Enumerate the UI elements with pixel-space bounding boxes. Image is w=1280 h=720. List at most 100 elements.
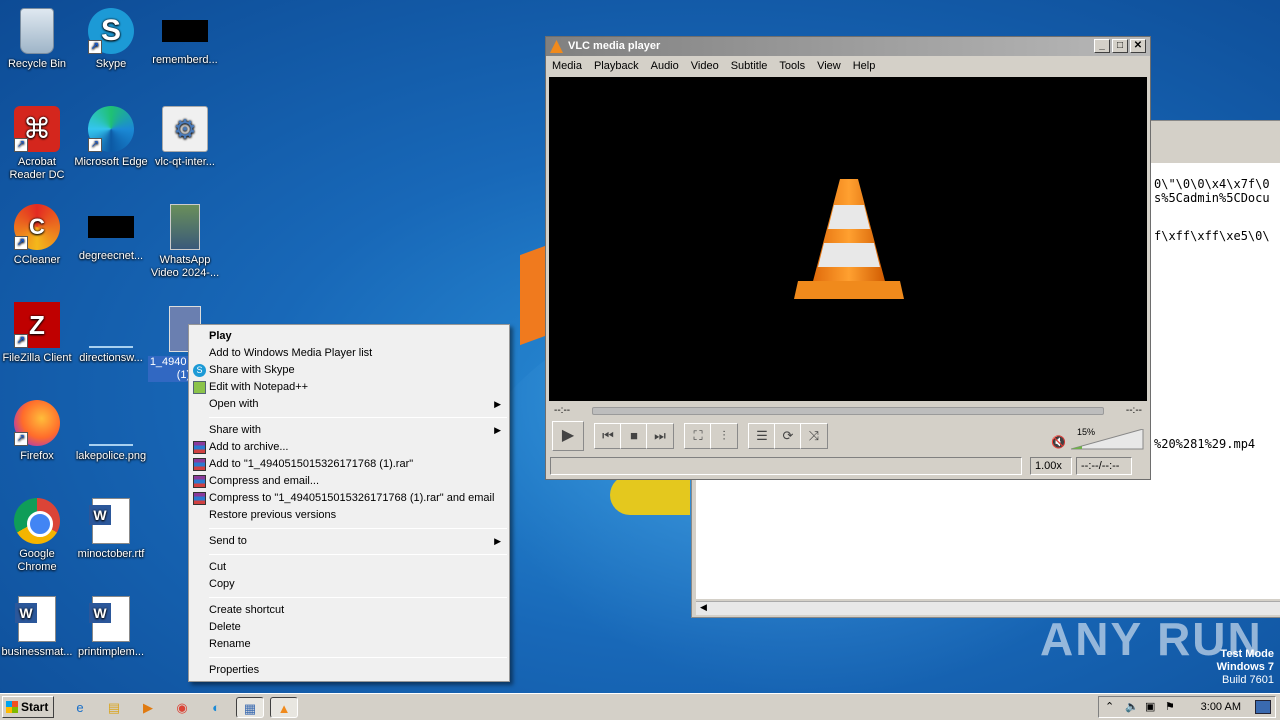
vlc-cone-icon: [794, 179, 904, 299]
time-remaining: --:--: [1125, 405, 1142, 416]
menu-item-compress-to-rar-email[interactable]: Compress to "1_4940515015326171768 (1).r…: [189, 490, 509, 507]
desktop-icon-degreecnet[interactable]: degreecnet...: [74, 204, 148, 263]
menu-item-add-to-archive[interactable]: Add to archive...: [189, 439, 509, 456]
extended-settings-button[interactable]: ⫶: [710, 423, 738, 449]
desktop-icon-label: Google Chrome: [17, 548, 57, 573]
network-tray-icon[interactable]: ▣: [1145, 697, 1155, 717]
taskbar-edge-icon[interactable]: ◐: [204, 697, 228, 718]
desktop-icon-printimplem[interactable]: W printimplem...: [74, 596, 148, 659]
mute-icon[interactable]: 🔇: [1051, 435, 1066, 449]
menu-playback[interactable]: Playback: [588, 60, 645, 72]
time-elapsed: --:--: [554, 405, 571, 416]
menu-item-add-to-wmp-list[interactable]: Add to Windows Media Player list: [189, 345, 509, 362]
desktop-icon-chrome[interactable]: Google Chrome: [0, 498, 74, 574]
seek-row: --:-- --:--: [554, 405, 1142, 417]
menu-item-rename[interactable]: Rename: [189, 636, 509, 653]
os-info: Test Mode Windows 7 Build 7601: [1217, 648, 1274, 687]
menu-view[interactable]: View: [811, 60, 847, 72]
next-button[interactable]: ⏭: [646, 423, 674, 449]
menu-item-properties[interactable]: Properties: [189, 662, 509, 679]
menu-item-label: Share with Skype: [209, 364, 295, 376]
volume-tray-icon[interactable]: 🔈: [1125, 697, 1139, 717]
volume-slider[interactable]: [1071, 429, 1145, 451]
seek-slider[interactable]: [592, 407, 1104, 415]
desktop-icon-edge[interactable]: ↗ Microsoft Edge: [74, 106, 148, 169]
desktop-icon-rememberd[interactable]: rememberd...: [148, 8, 222, 67]
word-document-icon: W: [89, 596, 130, 642]
desktop-icon-directionsw[interactable]: directionsw...: [74, 302, 148, 365]
menu-item-cut[interactable]: Cut: [189, 559, 509, 576]
filezilla-icon: Z ↗: [14, 302, 60, 348]
menu-media[interactable]: Media: [546, 60, 588, 72]
menu-item-restore-versions[interactable]: Restore previous versions: [189, 507, 509, 524]
vlc-menubar: Media Playback Audio Video Subtitle Tools View…: [546, 56, 1150, 76]
menu-item-create-shortcut[interactable]: Create shortcut: [189, 602, 509, 619]
taskbar-vlc-icon[interactable]: ▲: [270, 697, 298, 718]
shortcut-arrow-icon: ↗: [14, 334, 28, 348]
volume-control[interactable]: 🔇 15%: [1051, 423, 1147, 453]
taskbar-chrome-icon[interactable]: ◉: [170, 697, 194, 718]
menu-item-share-with[interactable]: Share with ▶: [189, 422, 509, 439]
start-button[interactable]: Start: [2, 696, 54, 718]
desktop-icon-skype[interactable]: S ↗ Skype: [74, 8, 148, 71]
menu-tools[interactable]: Tools: [773, 60, 811, 72]
menu-help[interactable]: Help: [847, 60, 882, 72]
fullscreen-button[interactable]: ⛶: [684, 423, 712, 449]
desktop-icon-vlc-qt[interactable]: ⚙ vlc-qt-inter...: [148, 106, 222, 169]
stop-button[interactable]: ■: [620, 423, 648, 449]
desktop-icon-whatsapp-video[interactable]: WhatsApp Video 2024-...: [148, 204, 222, 280]
time-display[interactable]: --:--/--:--: [1076, 457, 1132, 475]
skype-icon: S ↗: [88, 8, 134, 54]
tray-expand-icon[interactable]: ⌃: [1105, 697, 1114, 717]
menu-separator: [209, 554, 507, 555]
menu-item-label: Cut: [209, 561, 227, 573]
menu-video[interactable]: Video: [685, 60, 725, 72]
menu-item-delete[interactable]: Delete: [189, 619, 509, 636]
close-button[interactable]: ✕: [1130, 39, 1146, 53]
taskbar-media-player-icon[interactable]: ▶: [136, 697, 160, 718]
maximize-button[interactable]: □: [1112, 39, 1128, 53]
desktop-icon-lakepolice[interactable]: lakepolice.png: [74, 400, 148, 463]
desktop-icon-acrobat[interactable]: ⌘ ↗ Acrobat Reader DC: [0, 106, 74, 182]
scroll-left-icon[interactable]: ◀: [700, 602, 707, 613]
window-title: VLC media player: [568, 40, 661, 52]
desktop-icon-filezilla[interactable]: Z ↗ FileZilla Client: [0, 302, 74, 365]
taskbar-notepad-icon[interactable]: ▦: [236, 697, 264, 718]
desktop-icon-minoctober[interactable]: W minoctober.rtf: [74, 498, 148, 561]
vlc-titlebar[interactable]: VLC media player _ □ ✕: [546, 37, 1150, 56]
menu-subtitle[interactable]: Subtitle: [725, 60, 774, 72]
menu-item-open-with[interactable]: Open with ▶: [189, 396, 509, 413]
playback-speed[interactable]: 1.00x: [1030, 457, 1072, 475]
menu-item-compress-email[interactable]: Compress and email...: [189, 473, 509, 490]
taskbar-explorer-icon[interactable]: ▤: [102, 697, 126, 718]
minimize-button[interactable]: _: [1094, 39, 1110, 53]
previous-button[interactable]: ⏮: [594, 423, 622, 449]
menu-item-play[interactable]: Play: [189, 328, 509, 345]
menu-item-label: Add to "1_4940515015326171768 (1).rar": [209, 458, 414, 470]
menu-item-label: Share with: [209, 424, 261, 436]
windows-logo-icon: [6, 701, 18, 713]
playlist-button[interactable]: ☰: [748, 423, 776, 449]
menu-item-share-with-skype[interactable]: S Share with Skype: [189, 362, 509, 379]
desktop-icon-ccleaner[interactable]: C ↗ CCleaner: [0, 204, 74, 267]
test-mode-label: Test Mode: [1220, 648, 1274, 660]
menu-audio[interactable]: Audio: [645, 60, 685, 72]
taskbar-ie-icon[interactable]: e: [68, 697, 92, 718]
desktop-icon-businessmat[interactable]: W businessmat...: [0, 596, 74, 659]
action-center-icon[interactable]: ⚑: [1165, 697, 1175, 717]
menu-item-edit-notepadpp[interactable]: Edit with Notepad++: [189, 379, 509, 396]
loop-button[interactable]: ⟳: [774, 423, 802, 449]
desktop-icon-firefox[interactable]: ↗ Firefox: [0, 400, 74, 463]
menu-item-add-to-rar[interactable]: Add to "1_4940515015326171768 (1).rar": [189, 456, 509, 473]
clock[interactable]: 3:00 AM: [1201, 697, 1241, 717]
desktop-icon-recycle-bin[interactable]: Recycle Bin: [0, 8, 74, 71]
menu-item-send-to[interactable]: Send to ▶: [189, 533, 509, 550]
show-desktop-icon[interactable]: [1255, 700, 1271, 714]
play-button[interactable]: ▶: [552, 421, 584, 451]
video-area[interactable]: [549, 77, 1147, 401]
vlc-window[interactable]: VLC media player _ □ ✕ Media Playback Audi…: [545, 36, 1151, 480]
menu-item-copy[interactable]: Copy: [189, 576, 509, 593]
notepadpp-icon: [193, 381, 206, 394]
shuffle-button[interactable]: ⤨: [800, 423, 828, 449]
wallpaper-flag-shape: [520, 244, 548, 346]
